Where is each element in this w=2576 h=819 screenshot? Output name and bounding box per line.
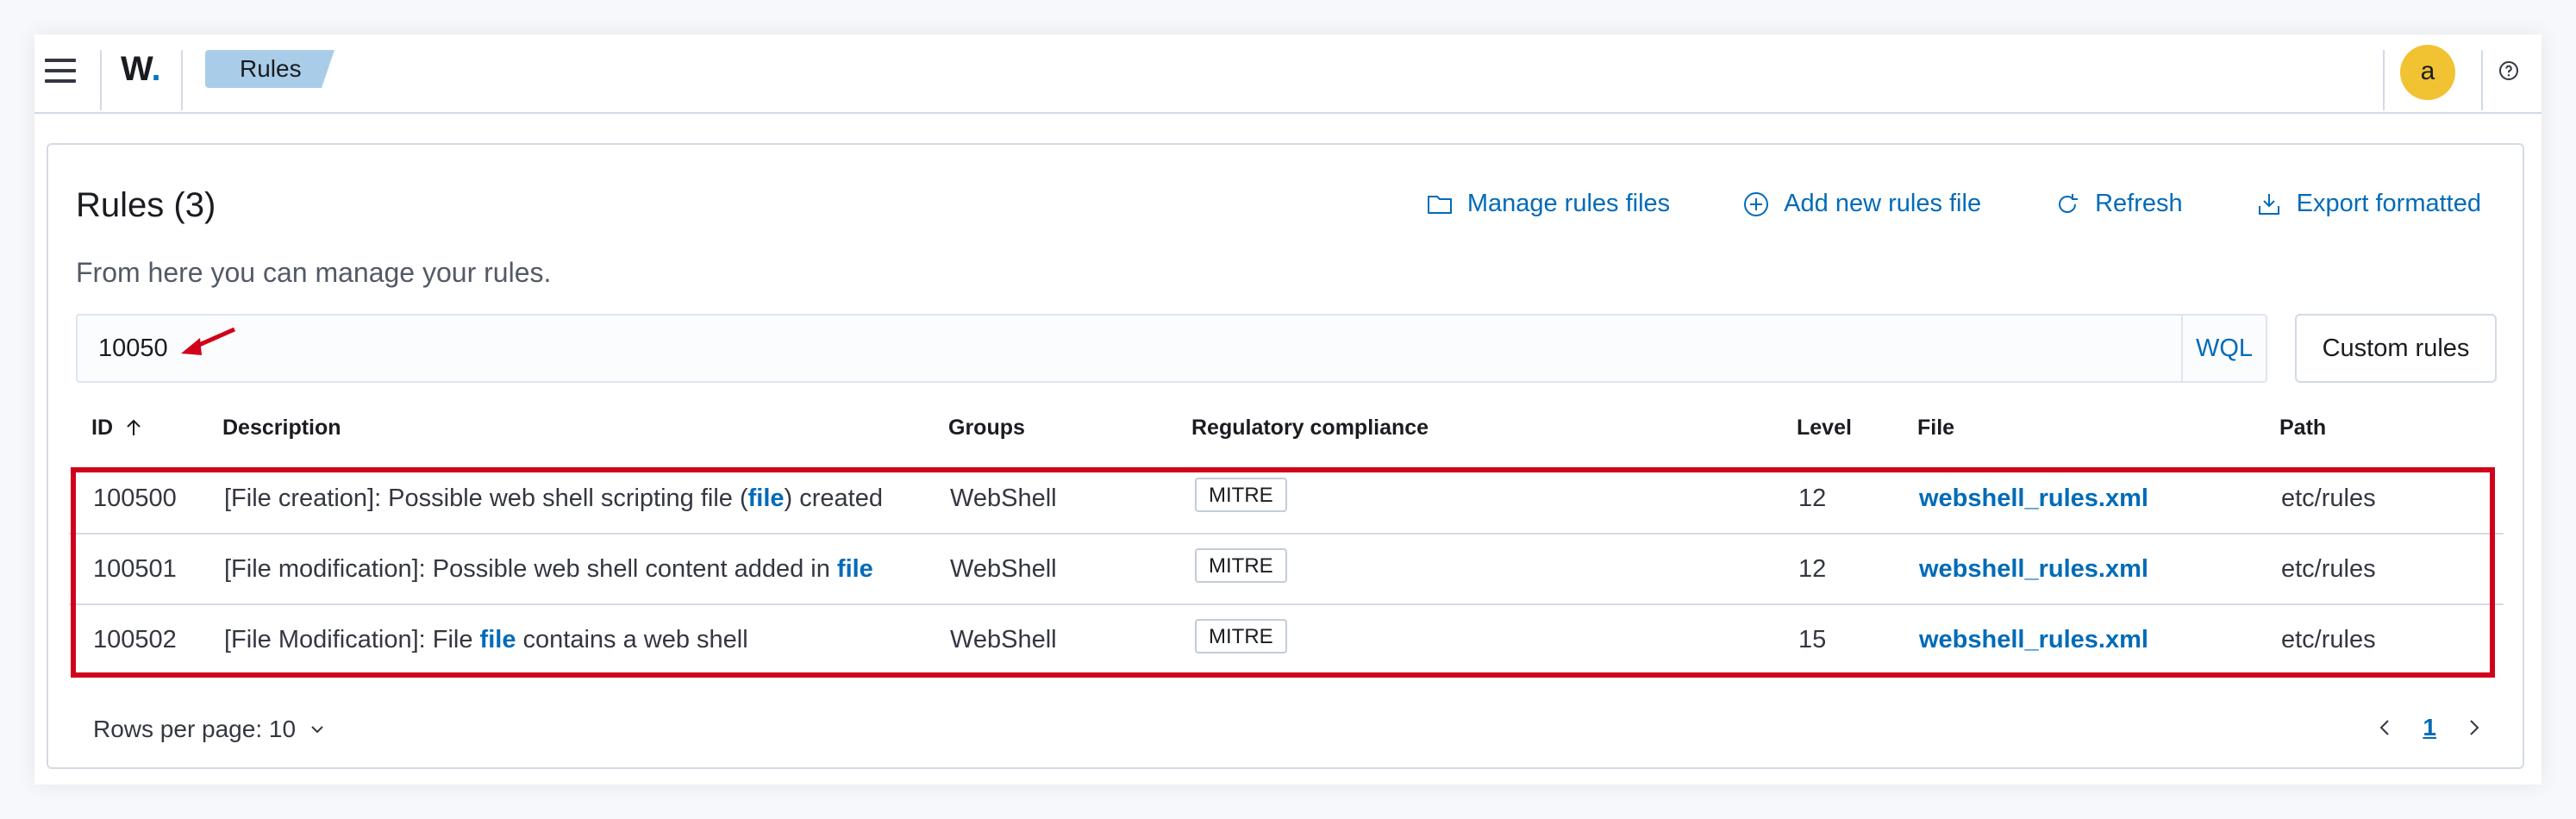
export-icon [2258,193,2279,215]
page-number-button[interactable]: 1 [2423,714,2436,741]
manage-rules-files-button[interactable]: Manage rules files [1426,190,1670,218]
refresh-icon [2059,193,2079,213]
rows-per-page-select[interactable]: Rows per page: 10 [93,716,327,743]
rule-file-link[interactable]: webshell_rules.xml [1919,485,2148,513]
chevron-down-icon [311,726,323,734]
custom-rules-button[interactable]: Custom rules [2295,314,2497,383]
rule-path: etc/rules [2281,485,2376,512]
wql-button[interactable]: WQL [2181,316,2266,381]
refresh-label: Refresh [2095,190,2183,217]
column-header-compliance[interactable]: Regulatory compliance [1191,416,1429,441]
header-divider [2383,50,2385,110]
top-header: W. Rules a [34,34,2542,114]
rule-level: 12 [1798,555,1827,583]
rules-panel: Rules (3) Manage rules files Add new rul… [47,143,2524,769]
breadcrumb-rules[interactable]: Rules [205,50,335,88]
table-header: ID Description Groups Regulatory complia… [76,416,2497,453]
folder-icon [1427,195,1452,214]
rule-level: 12 [1798,485,1827,512]
export-formatted-button[interactable]: Export formatted [2255,190,2481,218]
add-new-rules-file-label: Add new rules file [1784,190,1982,217]
column-header-path[interactable]: Path [2279,416,2326,441]
panel-actions: Manage rules files Add new rules file Re… [1426,190,2481,218]
rule-description: [File modification]: Possible web shell … [224,555,873,583]
app-logo[interactable]: W. [121,50,161,93]
column-header-description[interactable]: Description [222,416,341,441]
column-header-level[interactable]: Level [1797,416,1852,441]
refresh-button[interactable]: Refresh [2054,190,2183,218]
column-header-file[interactable]: File [1917,416,1954,441]
help-icon[interactable] [2498,60,2519,81]
pagination: 1 [2374,714,2485,741]
rule-path: etc/rules [2281,626,2376,653]
app-window: W. Rules a Rules (3) Manage rules files [34,34,2542,785]
column-header-groups[interactable]: Groups [948,416,1025,441]
file-link[interactable]: file [837,555,873,583]
rule-id: 100500 [93,485,177,512]
annotation-arrow-icon [181,327,236,355]
rule-group: WebShell [950,626,1057,653]
rule-path: etc/rules [2281,555,2376,583]
table-row[interactable]: 100502 [File Modification]: File file co… [69,605,2504,674]
chevron-right-icon[interactable] [2462,716,2485,739]
rules-table-body: 100500 [File creation]: Possible web she… [69,464,2504,674]
rule-id: 100502 [93,626,177,653]
search-bar[interactable]: 10050 WQL [76,314,2267,383]
page-title: Rules (3) [76,186,216,224]
page-subtitle: From here you can manage your rules. [76,257,552,288]
export-formatted-label: Export formatted [2296,190,2481,217]
rule-id: 100501 [93,555,177,583]
user-avatar[interactable]: a [2400,45,2455,100]
file-link[interactable]: file [748,485,785,512]
rows-per-page-label: Rows per page: 10 [93,716,297,742]
compliance-badge[interactable]: MITRE [1195,619,1287,653]
chevron-left-icon[interactable] [2374,716,2397,739]
table-row[interactable]: 100501 [File modification]: Possible web… [69,535,2504,605]
compliance-badge[interactable]: MITRE [1195,478,1287,512]
rule-file-link[interactable]: webshell_rules.xml [1919,626,2148,654]
manage-rules-files-label: Manage rules files [1466,190,1671,217]
sort-ascending-icon [127,419,141,435]
rule-file-link[interactable]: webshell_rules.xml [1919,555,2148,584]
rule-group: WebShell [950,555,1057,583]
header-divider [2481,50,2483,110]
rule-description: [File creation]: Possible web shell scri… [224,485,883,512]
header-divider [100,50,102,110]
table-row[interactable]: 100500 [File creation]: Possible web she… [69,464,2504,535]
add-new-rules-file-button[interactable]: Add new rules file [1742,190,1981,218]
menu-icon[interactable] [45,59,76,86]
file-link[interactable]: file [480,626,516,653]
plus-circle-icon [1744,191,1769,216]
column-header-id[interactable]: ID [91,416,143,441]
header-divider [181,50,183,110]
search-input[interactable]: 10050 [98,334,168,363]
rule-group: WebShell [950,485,1057,512]
compliance-badge[interactable]: MITRE [1195,548,1287,583]
rule-description: [File Modification]: File file contains … [224,626,748,653]
rule-level: 15 [1798,626,1827,653]
